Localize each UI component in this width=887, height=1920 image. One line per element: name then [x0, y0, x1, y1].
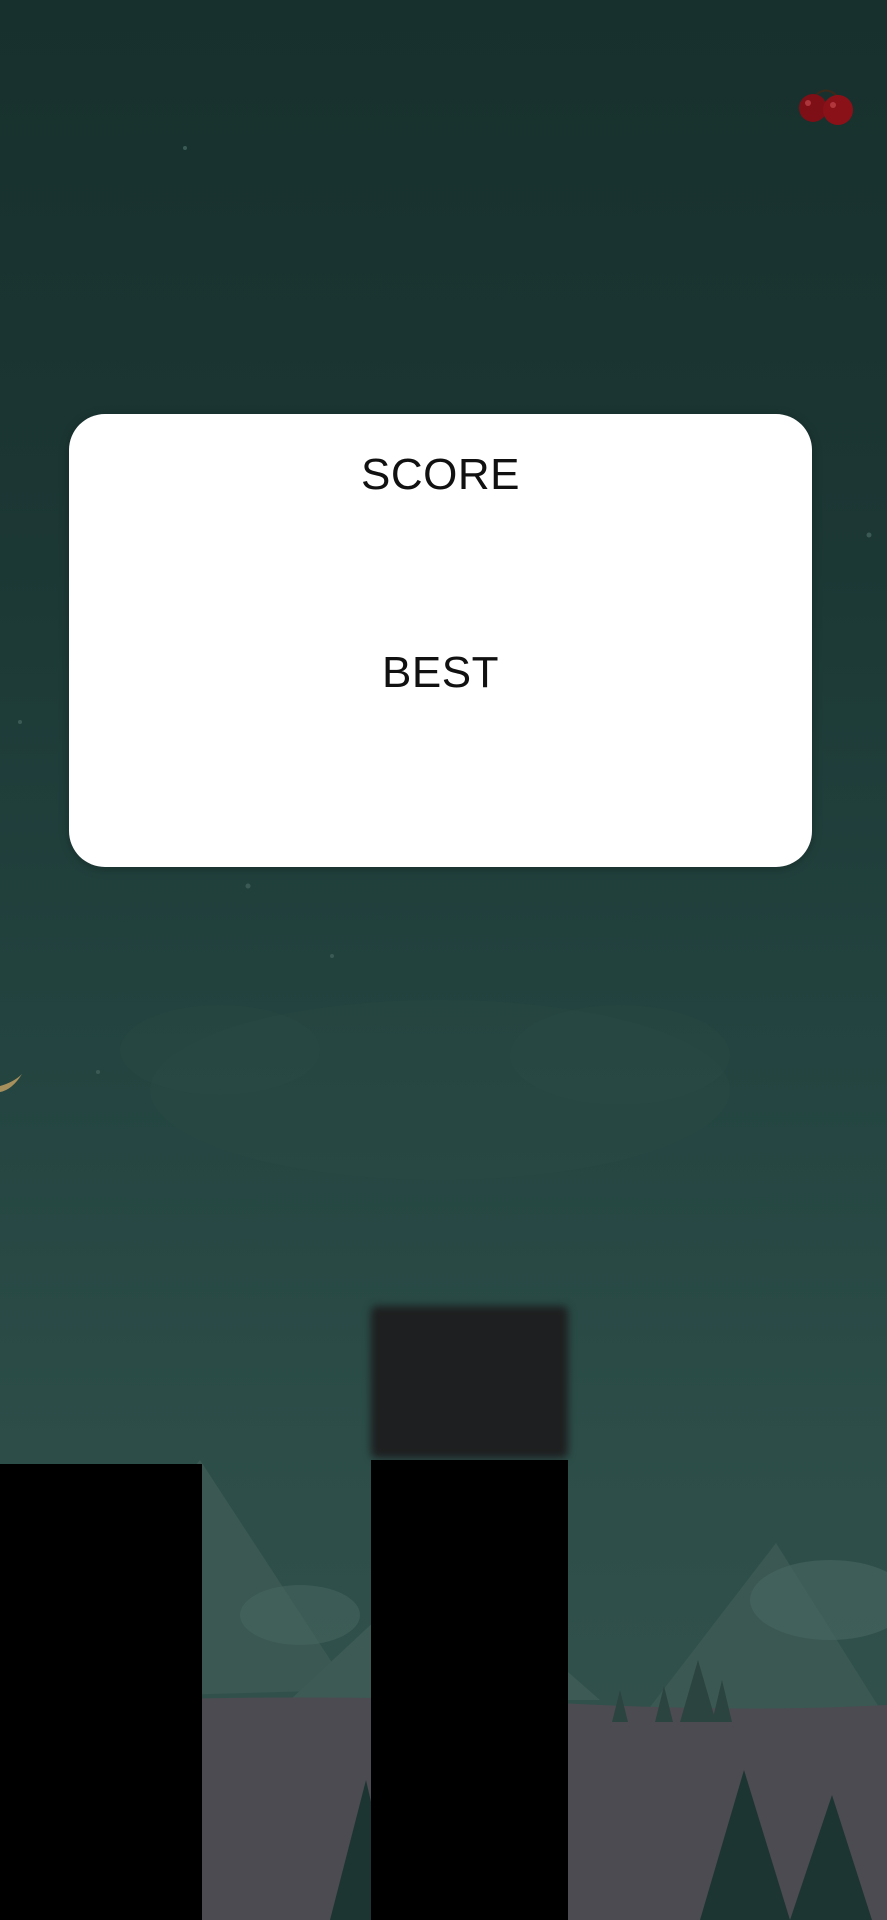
pillar-left [0, 1464, 202, 1920]
pillar-center [371, 1460, 568, 1920]
game-scene[interactable]: SCORE BEST [0, 0, 887, 1920]
cherry-icon [799, 89, 853, 125]
best-label: BEST [382, 648, 499, 697]
score-label: SCORE [361, 450, 520, 499]
hero-silhouette [371, 1306, 568, 1458]
score-modal: SCORE BEST [69, 414, 812, 867]
